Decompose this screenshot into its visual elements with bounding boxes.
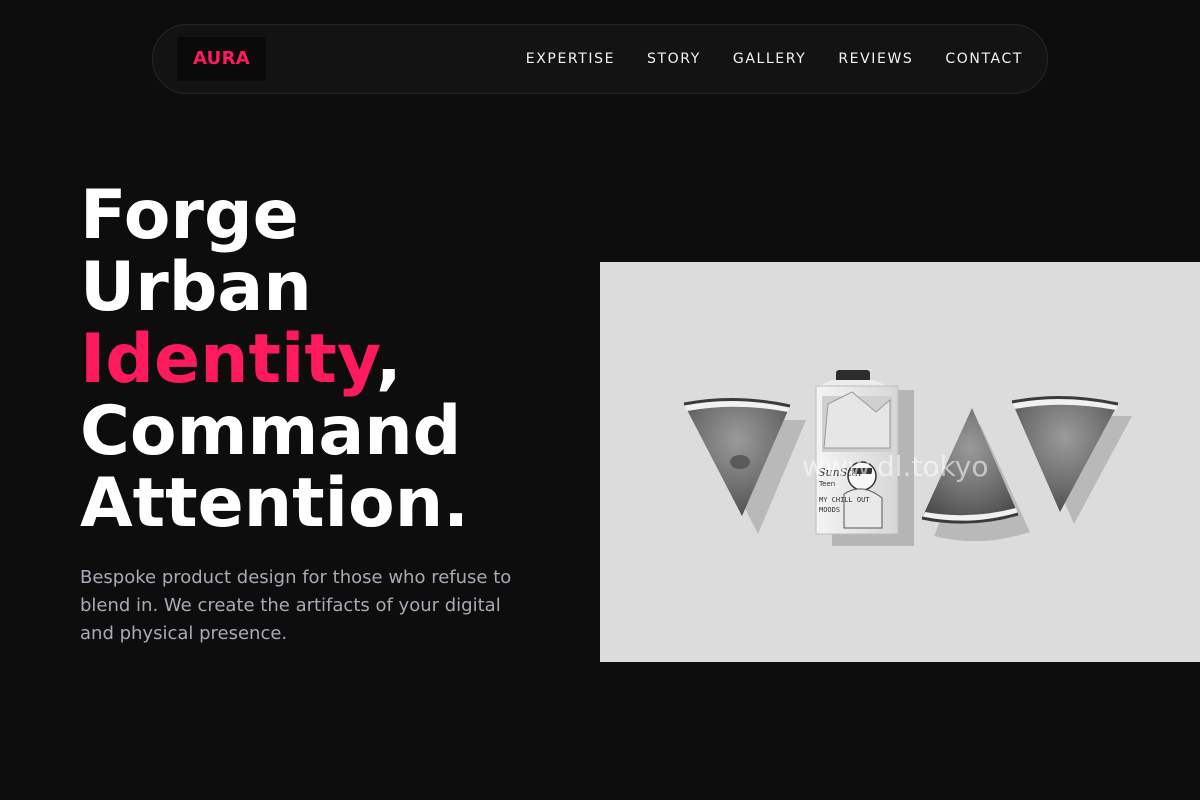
nav-links: EXPERTISE STORY GALLERY REVIEWS CONTACT — [526, 51, 1023, 67]
nav-link-reviews[interactable]: REVIEWS — [838, 51, 913, 67]
headline-line-1: Forge — [80, 176, 299, 255]
hero-subtitle: Bespoke product design for those who ref… — [80, 567, 512, 644]
hero-image: SunStar Teen MY CHILL OUT MOODS www.dl.t… — [600, 262, 1200, 662]
carton-tagline-1: MY CHILL OUT — [819, 496, 870, 504]
nav-link-expertise[interactable]: EXPERTISE — [526, 51, 615, 67]
headline-line-4: Command — [80, 392, 462, 471]
image-watermark: www.dl.tokyo — [802, 450, 989, 483]
top-nav: AURA EXPERTISE STORY GALLERY REVIEWS CON… — [152, 24, 1048, 94]
headline-line-5: Attention. — [80, 464, 469, 543]
watermelon-slice-3 — [1011, 395, 1132, 524]
nav-link-story[interactable]: STORY — [647, 51, 701, 67]
hero-headline: Forge Urban Identity, Command Attention. — [80, 180, 560, 540]
headline-accent-word: Identity — [80, 320, 376, 399]
headline-line-2: Urban — [80, 248, 312, 327]
watermelon-slice-1 — [683, 397, 806, 534]
carton-tagline-2: MOODS — [819, 506, 840, 514]
headline-comma: , — [375, 320, 402, 399]
logo[interactable]: AURA — [177, 37, 266, 81]
nav-link-contact[interactable]: CONTACT — [945, 51, 1023, 67]
nav-link-gallery[interactable]: GALLERY — [733, 51, 806, 67]
